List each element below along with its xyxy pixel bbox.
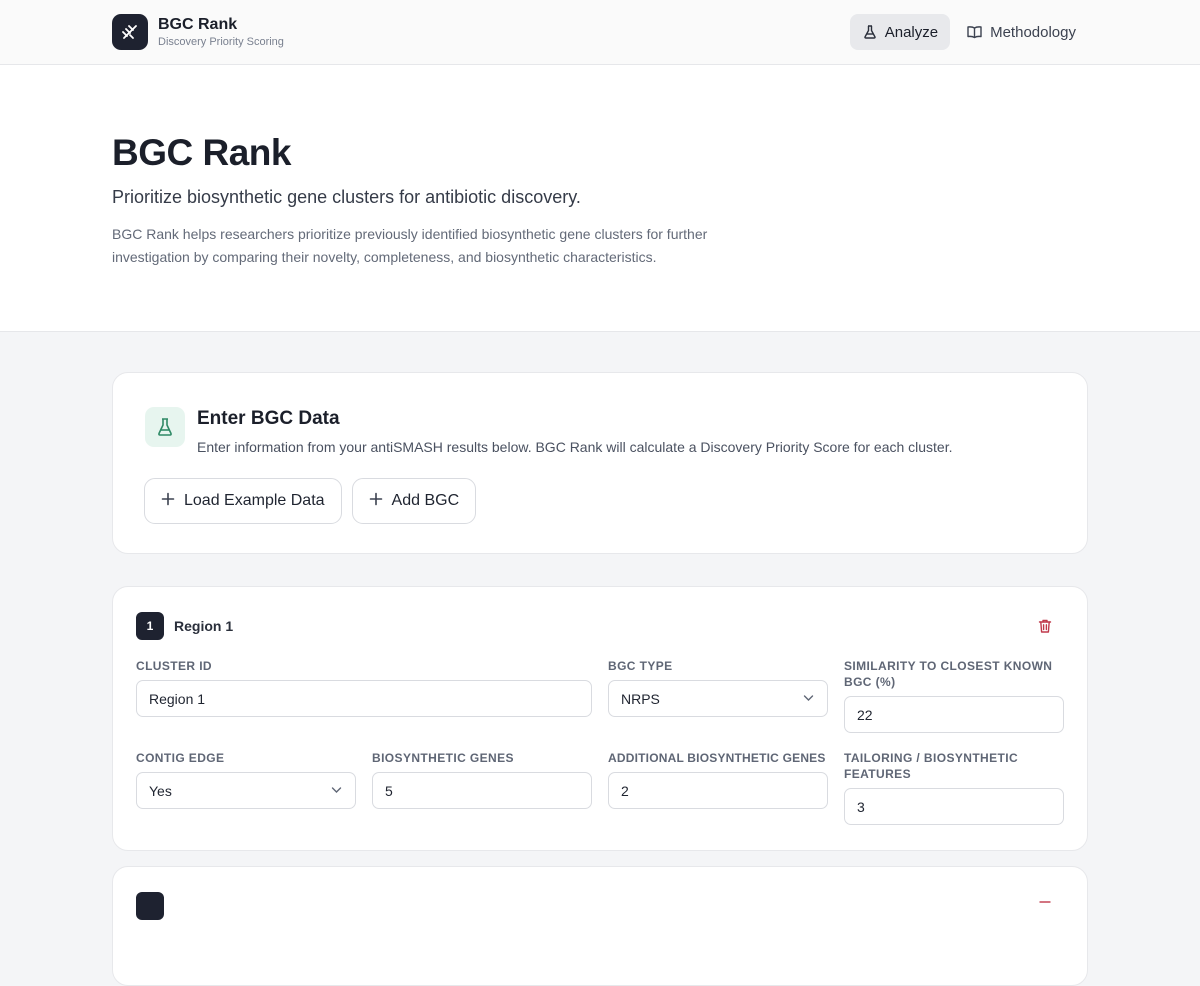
nav-analyze[interactable]: Analyze [849, 14, 951, 50]
tailoring-input[interactable]: 3 [844, 788, 1064, 825]
additional-genes-label: Additional Biosynthetic Genes [608, 751, 826, 765]
biosynthetic-genes-input[interactable]: 5 [372, 772, 592, 809]
contig-edge-label: Contig Edge [136, 751, 225, 765]
cluster-id-input[interactable]: Region 1 [136, 680, 592, 717]
chevron-down-icon [803, 695, 814, 701]
biosynthetic-genes-label: Biosynthetic Genes [372, 751, 514, 765]
add-bgc-label: Add BGC [391, 492, 460, 509]
plus-icon [161, 492, 175, 511]
tailoring-field: Tailoring / Biosynthetic Features 3 [844, 750, 1064, 825]
enter-bgc-title: Enter BGC Data [197, 408, 340, 429]
brand-subtitle: Discovery Priority Scoring [158, 36, 284, 48]
bgc-type-field: BGC Type NRPS [608, 658, 828, 717]
region-card-next [112, 866, 1088, 986]
trash-icon [1039, 901, 1051, 903]
enter-bgc-description: Enter information from your antiSMASH re… [197, 439, 953, 455]
plus-icon [369, 492, 383, 511]
enter-actions: Load Example Data Add BGC [144, 478, 477, 524]
similarity-input[interactable]: 22 [844, 696, 1064, 733]
similarity-field: Similarity to closest known BGC (%) 22 [844, 658, 1064, 733]
main-nav: Analyze Methodology [849, 14, 1088, 50]
brand-name: BGC Rank [158, 16, 238, 33]
nav-methodology[interactable]: Methodology [954, 14, 1088, 50]
enter-bgc-card: Enter BGC Data Enter information from yo… [112, 372, 1088, 554]
bgc-type-select[interactable]: NRPS [608, 680, 828, 717]
additional-genes-input[interactable]: 2 [608, 772, 828, 809]
hero-description: BGC Rank helps researchers prioritize pr… [112, 226, 708, 265]
delete-region-button[interactable] [1037, 898, 1053, 919]
top-bar: BGC Rank Discovery Priority Scoring Anal… [0, 0, 1200, 65]
region-title: Region 1 [174, 618, 234, 634]
flask-icon [145, 407, 185, 447]
chevron-down-icon [331, 787, 342, 793]
load-example-button[interactable]: Load Example Data [144, 478, 342, 524]
tagline: Prioritize biosynthetic gene clusters fo… [112, 187, 581, 207]
additional-genes-field: Additional Biosynthetic Genes 2 [608, 750, 832, 809]
region-number-badge: 1 [136, 612, 164, 640]
cluster-id-field: Cluster ID Region 1 [136, 658, 592, 717]
nav-analyze-label: Analyze [884, 23, 939, 41]
bgc-type-label: BGC Type [608, 659, 673, 673]
add-bgc-button[interactable]: Add BGC [351, 478, 477, 524]
brand[interactable]: BGC Rank Discovery Priority Scoring [112, 14, 284, 50]
contig-edge-field: Contig Edge Yes [136, 750, 356, 809]
similarity-label: Similarity to closest known BGC (%) [844, 659, 1053, 689]
trash-icon [1038, 619, 1052, 633]
dna-logo-icon [112, 14, 148, 50]
bgc-type-value: NRPS [621, 690, 660, 707]
book-icon [967, 26, 982, 39]
load-example-label: Load Example Data [184, 492, 325, 509]
contig-edge-value: Yes [149, 782, 172, 799]
cluster-id-label: Cluster ID [136, 659, 212, 673]
page-title: BGC Rank [112, 132, 291, 173]
flask-icon [863, 25, 876, 39]
delete-region-button[interactable] [1037, 618, 1053, 639]
region-number-badge [136, 892, 164, 920]
contig-edge-select[interactable]: Yes [136, 772, 356, 809]
tailoring-label: Tailoring / Biosynthetic Features [844, 751, 1019, 781]
biosynthetic-genes-field: Biosynthetic Genes 5 [372, 750, 592, 809]
region-card: 1 Region 1 Cluster ID Region 1 BGC Type … [112, 586, 1088, 851]
hero-section: BGC Rank Prioritize biosynthetic gene cl… [0, 65, 1200, 332]
nav-methodology-label: Methodology [990, 23, 1076, 41]
